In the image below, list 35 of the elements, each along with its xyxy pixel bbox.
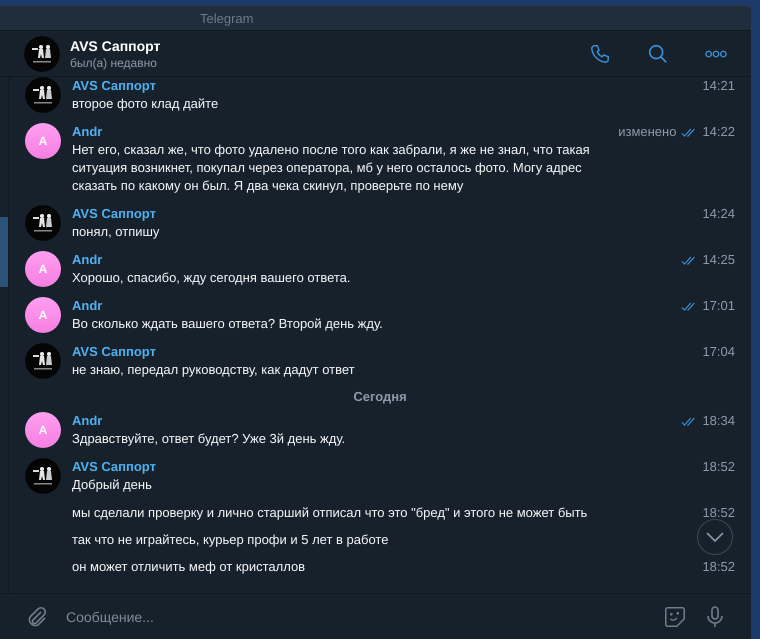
message-time: 17:04 bbox=[702, 343, 735, 361]
sender-name[interactable]: AVS Саппорт bbox=[72, 458, 692, 476]
message-text: так что не играйтесь, курьер профи и 5 лет в работе bbox=[72, 531, 390, 549]
message-text: Во сколько ждать вашего ответа? Второй день жду. bbox=[72, 315, 384, 333]
message-text: не знаю, передал руководству, как дадут ответ bbox=[72, 361, 356, 379]
message-time: 14:24 bbox=[702, 205, 735, 223]
message-time: 18:52 bbox=[702, 558, 735, 576]
message-time: 18:34 bbox=[702, 412, 735, 430]
message-text: Добрый день bbox=[72, 476, 153, 494]
message-text: понял, отпишу bbox=[72, 223, 160, 241]
message-time: 14:21 bbox=[702, 77, 735, 95]
date-separator: Сегодня bbox=[353, 389, 407, 404]
sender-name[interactable]: Andr bbox=[72, 251, 670, 269]
message-time: 17:01 bbox=[702, 297, 735, 315]
sender-name[interactable]: AVS Саппорт bbox=[72, 77, 692, 95]
chat-name: AVS Саппорт bbox=[70, 38, 162, 54]
sender-name[interactable]: AVS Саппорт bbox=[72, 343, 692, 361]
message-text: второе фото клад дайте bbox=[72, 95, 220, 113]
sender-name[interactable]: Andr bbox=[72, 297, 670, 315]
sender-name[interactable]: AVS Саппорт bbox=[72, 205, 692, 223]
message-time: 14:25 bbox=[702, 251, 735, 269]
message-text: Хорошо, спасибо, жду сегодня вашего ответа. bbox=[72, 269, 352, 287]
message-time: 14:22 bbox=[702, 123, 735, 141]
message-time: 18:52 bbox=[702, 458, 735, 476]
window-title: Telegram bbox=[200, 10, 254, 26]
sender-name[interactable]: Andr bbox=[72, 412, 670, 430]
message-text: он может отличить меф от кристаллов bbox=[72, 558, 306, 576]
chat-status: был(а) недавно bbox=[70, 56, 158, 70]
sender-name[interactable]: Andr bbox=[72, 123, 608, 141]
edited-label: изменено bbox=[618, 123, 676, 141]
message-text: Нет его, сказал же, что фото удалено после того как забрали, я же не знал, что такая ситуация возникнет, покупал через оператора, мб у него осталось фото. Могу адрес сказать по какому он был. Я два чека скинул, проверьте по нему bbox=[72, 141, 591, 195]
message-text: Здравствуйте, ответ будет? Уже 3й день жду. bbox=[72, 430, 346, 448]
message-input[interactable]: Сообщение... bbox=[64, 608, 647, 626]
message-text: мы сделали проверку и лично старший отписал что это "бред" и этого не может быть bbox=[72, 504, 588, 522]
message-time: 18:52 bbox=[702, 504, 735, 522]
